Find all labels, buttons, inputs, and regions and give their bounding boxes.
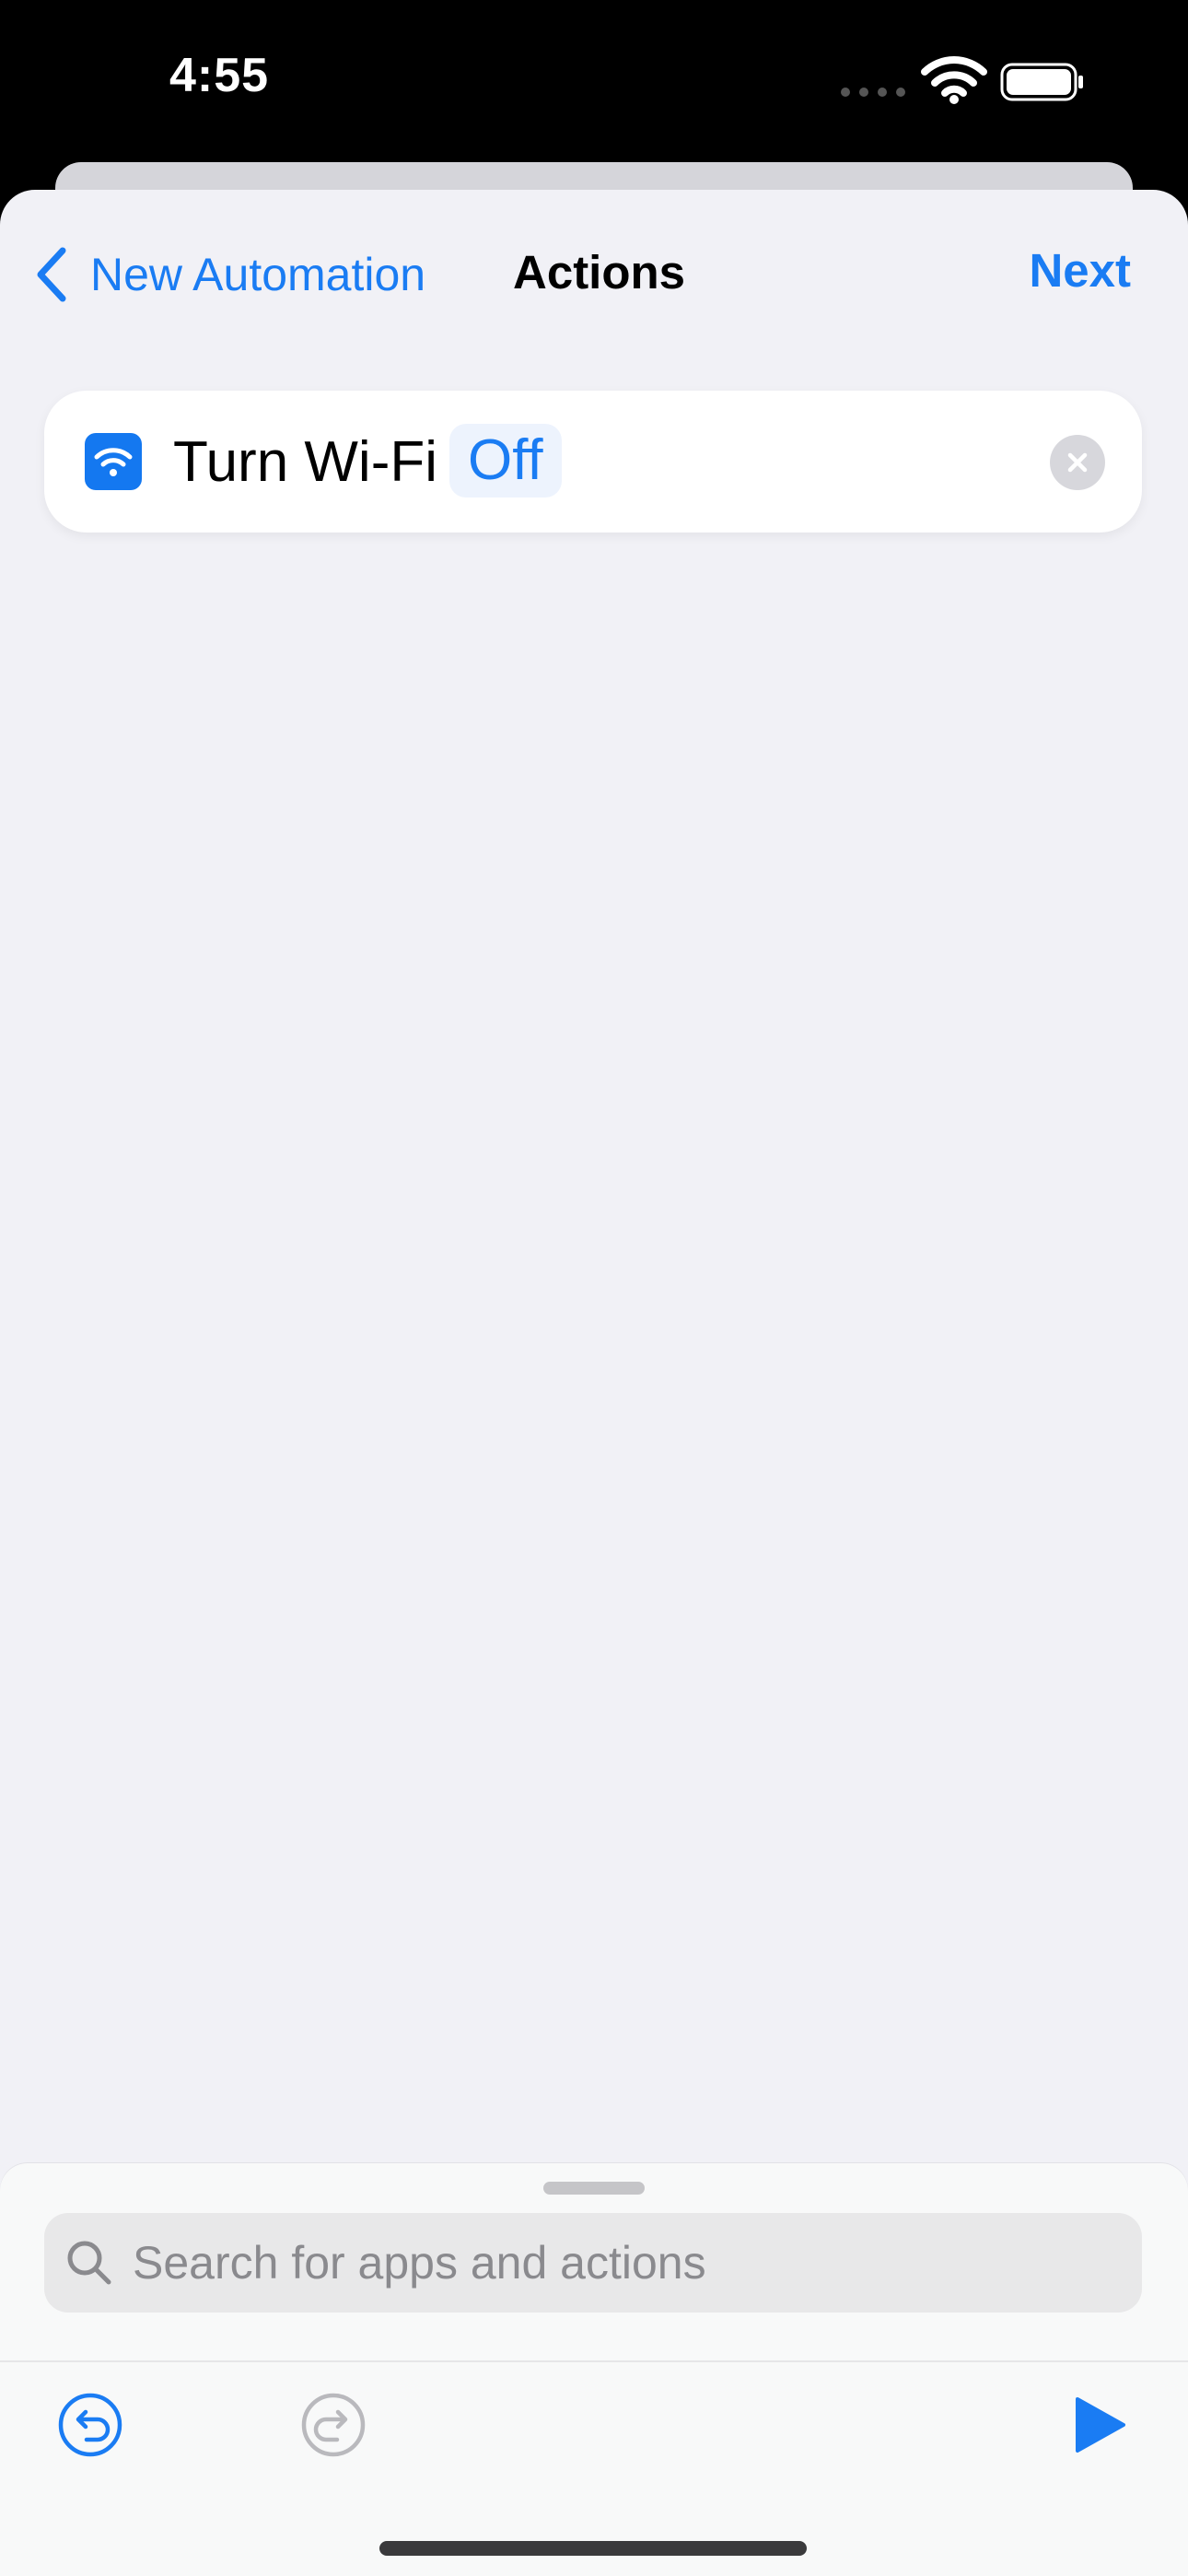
battery-icon: [1000, 63, 1083, 101]
action-search-panel: [0, 2163, 1188, 2576]
back-button[interactable]: New Automation: [33, 238, 425, 311]
next-button[interactable]: Next: [1029, 243, 1131, 298]
remove-action-button[interactable]: [1050, 435, 1105, 490]
home-indicator: [379, 2541, 807, 2556]
back-button-label: New Automation: [90, 249, 426, 300]
wifi-icon: [85, 433, 142, 490]
close-icon: [1067, 452, 1088, 473]
action-parameter-off[interactable]: Off: [449, 424, 562, 498]
action-card[interactable]: Turn Wi-Fi Off: [44, 391, 1142, 533]
status-bar: 4:55: [0, 0, 1188, 166]
status-time: 4:55: [169, 49, 270, 102]
wifi-status-icon: [921, 56, 987, 104]
cellular-signal-icon: [841, 88, 905, 97]
page-title: Actions: [513, 246, 686, 299]
redo-icon[interactable]: [300, 2392, 367, 2458]
chevron-left-icon: [37, 247, 66, 302]
search-icon: [67, 2241, 111, 2285]
panel-grabber[interactable]: [543, 2182, 645, 2195]
play-icon[interactable]: [1068, 2392, 1129, 2458]
toolbar-divider: [0, 2360, 1188, 2362]
search-input[interactable]: [131, 2235, 1111, 2290]
action-label: Turn Wi-Fi: [173, 430, 437, 494]
undo-icon[interactable]: [57, 2392, 123, 2458]
search-field[interactable]: [44, 2213, 1142, 2313]
